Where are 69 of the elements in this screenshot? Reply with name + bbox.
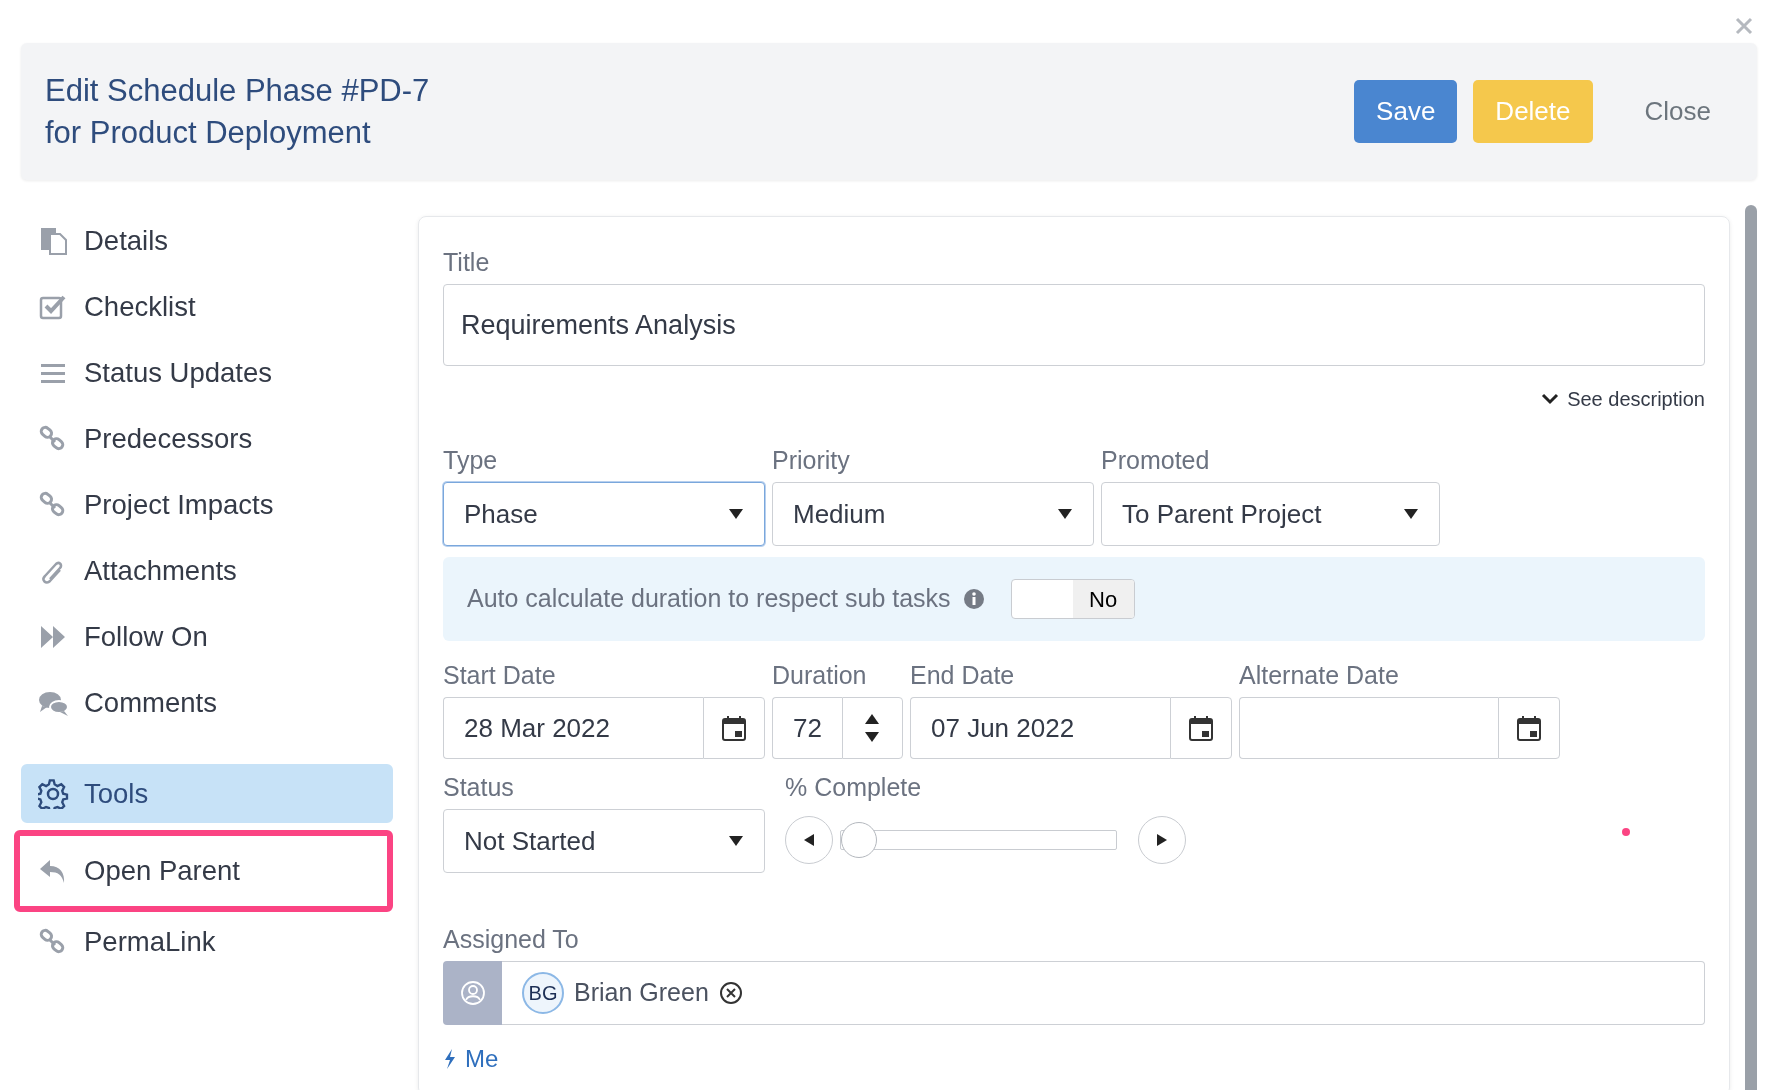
field-label: Duration [772, 660, 868, 691]
lightning-icon [443, 1048, 457, 1070]
field-label: End Date [910, 660, 1016, 691]
dropdown[interactable]: Phase [443, 482, 765, 546]
field-label: Start Date [443, 660, 557, 691]
me-link[interactable]: Me [443, 1041, 499, 1077]
right-triangle-icon [1156, 833, 1168, 847]
info-icon [962, 588, 985, 610]
see-description-link[interactable]: See description [1541, 384, 1705, 414]
dropdown[interactable]: Medium [772, 482, 1094, 546]
decrease-button[interactable] [785, 816, 833, 864]
increase-button[interactable] [1138, 816, 1186, 864]
calendar-icon [1516, 715, 1542, 741]
sidebar-item[interactable]: Tools [21, 764, 393, 823]
calendar-button[interactable] [1498, 697, 1560, 759]
slider-thumb[interactable] [841, 822, 877, 858]
chevron-down-icon [1541, 393, 1560, 405]
caret-icon [1403, 507, 1419, 521]
sidebar-item[interactable]: Status Updates [21, 343, 393, 402]
sidebar-item[interactable]: Details [21, 211, 393, 270]
remove-icon[interactable] [718, 981, 743, 1005]
caret-icon [728, 834, 744, 848]
sidebar-item[interactable]: Open Parent [14, 830, 393, 912]
calendar-icon [721, 715, 747, 741]
toggle-switch[interactable]: No [1010, 579, 1135, 619]
close-button[interactable]: Close [1622, 80, 1733, 143]
field-label: Promoted [1101, 445, 1211, 476]
document-icon [38, 225, 70, 256]
gear-icon [38, 778, 70, 809]
sidebar-item[interactable]: Attachments [21, 541, 393, 600]
date-field[interactable] [1239, 697, 1498, 759]
dropdown[interactable]: Not Started [443, 809, 765, 873]
assignee-name: Brian Green [574, 977, 709, 1009]
field-label: Status [443, 772, 515, 803]
left-triangle-icon [803, 833, 815, 847]
date-field[interactable]: 28 Mar 2022 [443, 697, 703, 759]
sidebar-item[interactable]: Project Impacts [21, 475, 393, 534]
spinner-control[interactable] [841, 697, 903, 759]
field-label: % Complete [785, 772, 923, 803]
calendar-icon [1188, 715, 1214, 741]
field-label: Alternate Date [1239, 660, 1400, 691]
down-triangle-icon [864, 731, 881, 743]
sidebar-item[interactable]: PermaLink [21, 912, 393, 971]
sidebar-item[interactable]: Checklist [21, 277, 393, 336]
user-icon [459, 980, 486, 1006]
sidebar-item[interactable]: Follow On [21, 607, 393, 666]
field-label: Assigned To [443, 924, 580, 955]
date-field[interactable]: 07 Jun 2022 [910, 697, 1170, 759]
sidebar-item[interactable]: Comments [21, 673, 393, 732]
title-field[interactable]: Requirements Analysis [443, 284, 1705, 366]
number-field[interactable]: 72 [772, 697, 842, 759]
up-triangle-icon [864, 713, 881, 725]
dialog-title: for Product Deployment [45, 113, 372, 152]
scrollbar[interactable] [1745, 205, 1757, 1090]
field-label: Priority [772, 445, 851, 476]
calendar-button[interactable] [703, 697, 765, 759]
caret-icon [728, 507, 744, 521]
field-label: Title [443, 247, 491, 278]
caret-icon [1057, 507, 1073, 521]
banner-text: Auto calculate duration to respect sub tasks [467, 583, 951, 615]
dropdown[interactable]: To Parent Project [1101, 482, 1440, 546]
calendar-button[interactable] [1170, 697, 1232, 759]
field-label: Type [443, 445, 499, 476]
sidebar-item[interactable]: Predecessors [21, 409, 393, 468]
assignee-field[interactable]: BG Brian Green [502, 961, 1705, 1025]
dialog-title: Edit Schedule Phase #PD-7 [45, 71, 430, 110]
save-button[interactable]: Save [1354, 80, 1458, 143]
avatar-initials: BG [522, 972, 564, 1014]
pointer-dot [1622, 828, 1630, 836]
